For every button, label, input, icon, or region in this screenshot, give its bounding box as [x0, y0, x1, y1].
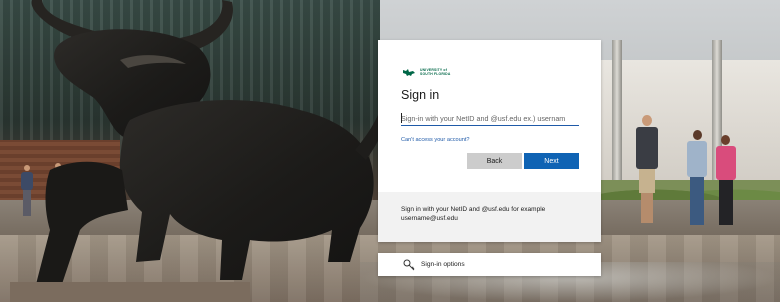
signin-card: UNIVERSITY of SOUTH FLORIDA Sign in Can'… [378, 40, 601, 242]
person [712, 135, 740, 230]
back-button[interactable]: Back [467, 153, 522, 169]
bull-statue [10, 0, 390, 302]
cant-access-account-link[interactable]: Can't access your account? [401, 137, 470, 143]
person [685, 130, 709, 230]
usf-logo: UNIVERSITY of SOUTH FLORIDA [402, 66, 450, 78]
person [633, 115, 661, 230]
column [612, 40, 622, 190]
username-input[interactable] [401, 111, 579, 126]
key-icon [403, 259, 415, 271]
signin-options-button[interactable]: Sign-in options [378, 253, 601, 276]
logo-line-2: SOUTH FLORIDA [420, 72, 451, 76]
signin-hint-text: Sign in with your NetID and @usf.edu for… [401, 206, 546, 222]
page-title: Sign in [401, 88, 440, 102]
text-cursor [401, 113, 402, 123]
next-button[interactable]: Next [524, 153, 579, 169]
bull-logo-icon [403, 68, 415, 76]
signin-options-label: Sign-in options [421, 261, 465, 268]
signin-hint-panel: Sign in with your NetID and @usf.edu for… [378, 192, 601, 242]
